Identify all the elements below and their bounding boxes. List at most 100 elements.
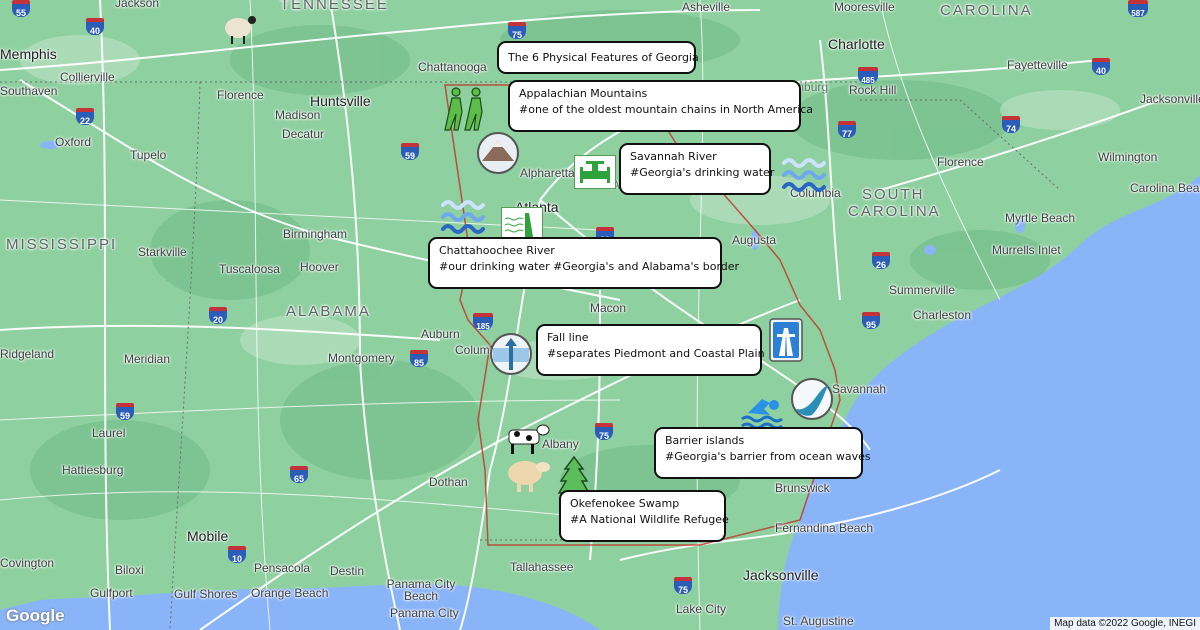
city-laurel: Laurel — [92, 426, 126, 440]
callout-chattahoochee-river[interactable]: Chattahoochee River #our drinking water … — [428, 237, 740, 289]
callout-fall-line[interactable]: Fall line #separates Piedmont and Coasta… — [536, 324, 765, 376]
city-auburn: Auburn — [421, 327, 460, 341]
interstate-shield: 40 — [86, 18, 104, 36]
interstate-shield: 485 — [858, 67, 878, 85]
city-pensacola: Pensacola — [254, 561, 311, 575]
callout-subtitle: #our drinking water #Georgia's and Alaba… — [439, 260, 740, 273]
city-chattanooga: Chattanooga — [418, 60, 487, 74]
callout-okefenokee-swamp[interactable]: Okefenokee Swamp #A National Wildlife Re… — [559, 490, 729, 542]
callout-barrier-islands[interactable]: Barrier islands #Georgia's barrier from … — [654, 427, 871, 479]
city-florence-al: Florence — [217, 88, 264, 102]
city-carolina-beach: Carolina Beach — [1130, 181, 1200, 195]
city-birmingham: Birmingham — [283, 227, 348, 241]
city-biloxi: Biloxi — [115, 563, 144, 577]
city-southaven: Southaven — [0, 84, 58, 98]
interstate-shield: 55 — [12, 0, 30, 18]
pine-tree-icon[interactable] — [557, 455, 591, 495]
city-tallahassee: Tallahassee — [510, 560, 574, 574]
city-dothan: Dothan — [429, 475, 468, 489]
city-charleston: Charleston — [913, 308, 972, 322]
water-pipe-icon[interactable] — [574, 155, 616, 189]
city-gulfport: Gulfport — [90, 586, 133, 600]
map-attribution[interactable]: Map data ©2022 Google, INEGI — [1050, 617, 1200, 630]
city-wilmington: Wilmington — [1098, 150, 1158, 164]
callout-savannah-river[interactable]: Savannah River #Georgia's drinking water — [619, 143, 775, 195]
swimmer-icon[interactable] — [740, 393, 788, 429]
callout-title: Chattahoochee River — [439, 244, 555, 257]
city-montgomery: Montgomery — [328, 351, 395, 365]
city-charlotte: Charlotte — [828, 36, 885, 52]
waves-icon[interactable] — [439, 197, 487, 239]
callout-title: Barrier islands — [665, 434, 745, 447]
city-huntsville: Huntsville — [310, 93, 371, 109]
city-panama-city-beach: Panama City Beach — [386, 577, 456, 603]
interstate-shield: 75 — [508, 22, 526, 40]
city-summerville: Summerville — [889, 283, 956, 297]
sheep-icon[interactable] — [222, 8, 258, 48]
callout-title: Savannah River — [630, 150, 717, 163]
city-orange-beach: Orange Beach — [251, 586, 329, 600]
city-oxford: Oxford — [55, 135, 92, 149]
callout-title: Fall line — [547, 331, 589, 344]
highway-icon[interactable] — [769, 318, 803, 362]
interstate-shield: 59 — [401, 143, 419, 161]
callout-subtitle: #Georgia's barrier from ocean waves — [665, 450, 871, 463]
wave-icon[interactable] — [790, 377, 834, 421]
callout-subtitle: #Georgia's drinking water — [630, 166, 775, 179]
callout-map-title[interactable]: The 6 Physical Features of Georgia — [497, 41, 699, 74]
city-jacksonville-nc: Jacksonville — [1140, 92, 1200, 106]
interstate-shield: 587 — [1128, 0, 1148, 18]
city-madison: Madison — [275, 108, 321, 122]
interstate-shield: 95 — [862, 312, 880, 330]
city-tuscaloosa: Tuscaloosa — [219, 262, 280, 276]
city-jacksonville-fl: Jacksonville — [743, 567, 819, 583]
city-augusta: Augusta — [732, 233, 777, 247]
city-fayetteville: Fayetteville — [1007, 58, 1068, 72]
sheep-icon[interactable] — [505, 455, 551, 495]
city-mobile: Mobile — [187, 528, 229, 544]
city-jackson-tn: Jackson — [115, 0, 160, 10]
fall-line-arrow-icon[interactable] — [489, 332, 533, 376]
city-st-augustine: St. Augustine — [783, 614, 854, 628]
interstate-shield: 85 — [410, 350, 428, 368]
interstate-shield: 77 — [838, 121, 856, 139]
state-label-alabama: ALABAMA — [286, 303, 371, 320]
interstate-shield: 74 — [1002, 116, 1020, 134]
waves-icon[interactable] — [780, 155, 828, 197]
city-ridgeland: Ridgeland — [0, 347, 55, 361]
city-florence-sc: Florence — [937, 155, 984, 169]
callout-subtitle: #separates Piedmont and Coastal Plain — [547, 347, 765, 360]
hikers-icon[interactable] — [440, 86, 490, 132]
city-myrtle-beach: Myrtle Beach — [1005, 211, 1076, 225]
city-covington: Covington — [0, 556, 55, 570]
dam-icon[interactable] — [501, 207, 543, 241]
city-alpharetta: Alpharetta — [520, 166, 575, 180]
callout-appalachian-mountains[interactable]: Appalachian Mountains #one of the oldest… — [508, 80, 814, 132]
city-gulf-shores: Gulf Shores — [174, 587, 238, 601]
map-canvas[interactable]: TENNESSEE CAROLINA MISSISSIPPI ALABAMA G… — [0, 0, 1200, 630]
city-meridian: Meridian — [124, 352, 171, 366]
cow-icon[interactable] — [505, 422, 551, 456]
mountain-icon[interactable] — [476, 131, 520, 175]
state-label-south-carolina: CAROLINA — [848, 203, 941, 220]
city-collierville: Collierville — [60, 70, 115, 84]
city-decatur: Decatur — [282, 127, 325, 141]
city-savannah: Savannah — [832, 382, 887, 396]
city-mooresville: Mooresville — [834, 0, 895, 14]
interstate-shield: 10 — [228, 546, 246, 564]
city-starkville: Starkville — [138, 245, 187, 259]
state-label-north-carolina: CAROLINA — [940, 2, 1033, 19]
interstate-shield: 65 — [290, 466, 308, 484]
callout-subtitle: #one of the oldest mountain chains in No… — [519, 103, 814, 116]
callout-title: Okefenokee Swamp — [570, 497, 680, 510]
interstate-shield: 40 — [1092, 58, 1110, 76]
city-murrells-inlet: Murrells Inlet — [992, 243, 1061, 257]
state-label-south: SOUTH — [862, 186, 925, 203]
interstate-shield: 20 — [209, 307, 227, 325]
interstate-shield: 26 — [872, 252, 890, 270]
city-hattiesburg: Hattiesburg — [62, 463, 124, 477]
city-lake-city: Lake City — [676, 602, 727, 616]
city-macon: Macon — [590, 301, 627, 315]
city-destin: Destin — [330, 564, 365, 578]
callout-title: Appalachian Mountains — [519, 87, 648, 100]
